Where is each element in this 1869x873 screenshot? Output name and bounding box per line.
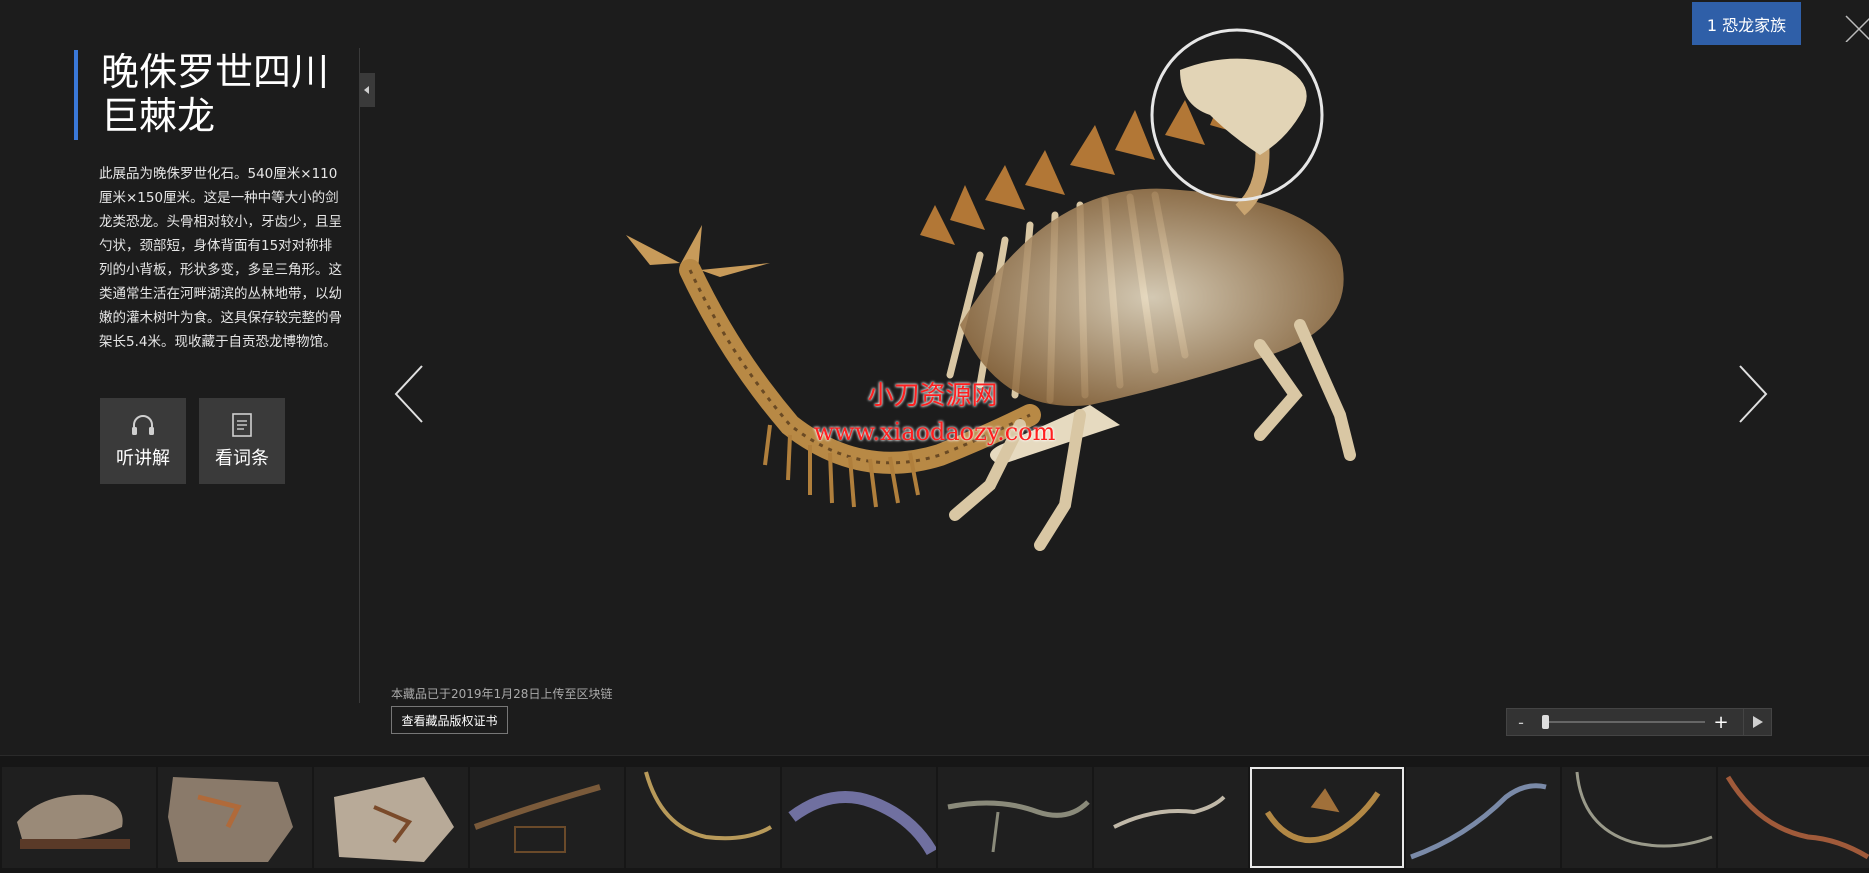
zoom-track[interactable] bbox=[1545, 721, 1705, 723]
thumbnail-theropod-skeleton[interactable] bbox=[938, 767, 1092, 868]
thumbnail-skull-fossil[interactable] bbox=[2, 767, 156, 868]
thumbnail-long-neck-skeleton[interactable] bbox=[1562, 767, 1716, 868]
thumbnail-ankylosaur-skeleton[interactable] bbox=[782, 767, 936, 868]
zoom-out-button[interactable]: - bbox=[1507, 709, 1535, 735]
thumbnail-rock-fossil[interactable] bbox=[158, 767, 312, 868]
zoom-in-button[interactable]: + bbox=[1707, 709, 1735, 735]
play-button[interactable] bbox=[1743, 708, 1772, 736]
view-entry-button-label: 看词条 bbox=[215, 448, 269, 469]
caret-left-icon bbox=[364, 86, 369, 94]
exhibit-description: 此展品为晚侏罗世化石。540厘米×110厘米×150厘米。这是一种中等大小的剑龙… bbox=[99, 166, 342, 350]
thumbnail-stegosaur-active[interactable] bbox=[1250, 767, 1404, 868]
thumbnail-strip bbox=[0, 755, 1869, 873]
zoom-slider-thumb[interactable] bbox=[1542, 715, 1550, 729]
thumbnail-blue-skeleton[interactable] bbox=[1406, 767, 1560, 868]
thumbnail-mounted-skeleton[interactable] bbox=[470, 767, 624, 868]
dinosaur-family-button[interactable]: 1 恐龙家族 bbox=[1692, 2, 1801, 45]
thumbnail-red-sauropod[interactable] bbox=[1718, 767, 1869, 868]
close-icon[interactable] bbox=[1842, 8, 1869, 42]
blockchain-note: 本藏品已于2019年1月28日上传至区块链 bbox=[391, 687, 613, 701]
dinosaur-skeleton-image[interactable] bbox=[620, 25, 1590, 680]
watermark-url: www.xiaodaozy.com bbox=[813, 418, 1056, 446]
collapse-panel-button[interactable] bbox=[359, 73, 375, 107]
exhibit-viewer: 晚侏罗世四川巨棘龙 此展品为晚侏罗世化石。540厘米×110厘米×150厘米。这… bbox=[0, 0, 1869, 755]
thumbnail-small-theropod[interactable] bbox=[1094, 767, 1248, 868]
thumbnail-sauropod-skeleton[interactable] bbox=[626, 767, 780, 868]
copyright-certificate-button[interactable]: 查看藏品版权证书 bbox=[391, 706, 508, 734]
thumbnail-slab-fossil[interactable] bbox=[314, 767, 468, 868]
title-accent-bar bbox=[74, 50, 78, 140]
zoom-control: - + bbox=[1506, 708, 1772, 736]
watermark-title: 小刀资源网 bbox=[867, 381, 998, 411]
exhibit-title: 晚侏罗世四川巨棘龙 bbox=[101, 50, 330, 138]
listen-button-label: 听讲解 bbox=[116, 448, 170, 469]
play-icon bbox=[1752, 716, 1763, 728]
